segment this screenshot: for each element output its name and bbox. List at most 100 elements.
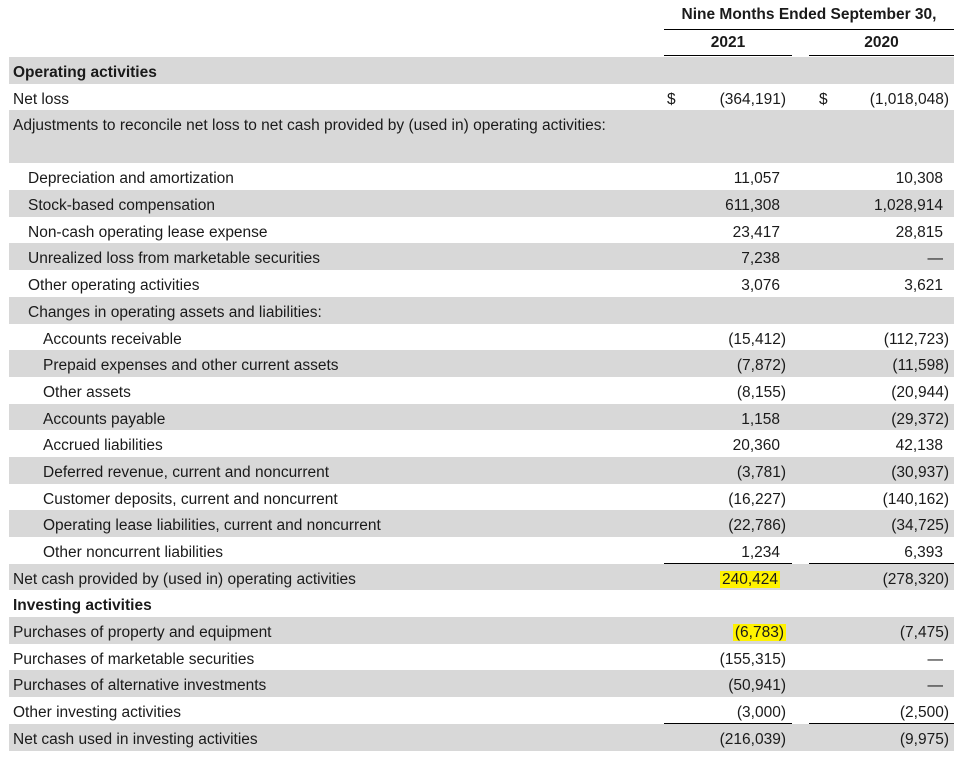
year-2020-header: 2020 <box>864 34 899 51</box>
value-2021: 611,308 <box>725 197 780 215</box>
year-2021-header: 2021 <box>710 34 746 51</box>
value-2020: (7,475) <box>899 624 949 642</box>
value-2020: 6,393 <box>904 544 943 561</box>
value-2020: (20,944) <box>891 383 949 401</box>
header-rule <box>664 29 954 30</box>
row-label: Operating lease liabilities, current and… <box>43 517 381 535</box>
row-label: Other assets <box>43 383 131 401</box>
value-2020: (140,162) <box>882 490 949 508</box>
currency-symbol-2021: $ <box>667 90 676 108</box>
table-row: Deferred revenue, current and noncurrent… <box>9 456 954 484</box>
value-2021: (7,872) <box>736 357 786 375</box>
value-2020: (112,723) <box>883 330 949 348</box>
statement-rows: Operating activities Net loss $ $ (364,191) (… <box>9 57 954 751</box>
value-2020: (34,725) <box>891 517 949 535</box>
table-row: Other assets (8,155) (20,944) <box>9 377 954 404</box>
table-row: Purchases of marketable securities (155,3… <box>9 644 954 671</box>
row-label: Investing activities <box>13 597 152 615</box>
row-label: Customer deposits, current and noncurren… <box>43 490 338 508</box>
highlighted-value: 240,424 <box>719 570 780 588</box>
year-2021-rule <box>664 55 792 56</box>
value-2021: 20,360 <box>732 437 780 455</box>
year-2020-rule <box>809 55 954 56</box>
table-row: Net cash used in investing activities (21… <box>9 723 954 751</box>
value-2020: — <box>927 677 944 695</box>
table-row: Purchases of property and equipment (6,78… <box>9 617 954 644</box>
row-label: Net cash used in investing activities <box>13 730 258 748</box>
value-2021: (155,315) <box>719 650 786 668</box>
table-row: Investing activities <box>9 590 954 617</box>
row-label: Accrued liabilities <box>43 437 163 455</box>
row-label: Stock-based compensation <box>28 197 215 215</box>
value-2020: (2,500) <box>899 704 949 722</box>
value-2020: — <box>927 650 944 668</box>
row-label: Accounts receivable <box>43 330 182 348</box>
table-row: Operating activities <box>9 57 954 84</box>
value-2021: (50,941) <box>728 677 786 695</box>
row-label: Purchases of property and equipment <box>13 624 272 642</box>
table-row: Depreciation and amortization 11,057 10,30… <box>9 163 954 190</box>
value-2021: 23,417 <box>732 223 780 241</box>
value-2021: (3,781) <box>736 463 786 481</box>
value-2020: 1,028,914 <box>874 197 943 215</box>
highlighted-value: (6,783) <box>732 624 786 642</box>
table-row: Prepaid expenses and other current asset… <box>9 350 954 377</box>
value-2021: 1,158 <box>741 410 780 428</box>
value-2021: 3,076 <box>741 277 780 295</box>
table-row: Changes in operating assets and liabilit… <box>9 296 954 324</box>
value-2021: (3,000) <box>736 704 786 722</box>
value-2021: (216,039) <box>719 730 786 748</box>
row-label: Non-cash operating lease expense <box>28 223 268 241</box>
table-row: Accounts payable 1,158 (29,372) <box>9 403 954 431</box>
value-2020: (278,320) <box>882 570 949 588</box>
row-label: Other investing activities <box>13 704 181 722</box>
row-label: Net cash provided by (used in) operating… <box>13 570 356 588</box>
value-2021: (22,786) <box>728 517 786 535</box>
cash-flow-statement: Nine Months Ended September 30, 2021 202… <box>0 0 972 758</box>
value-2021: (364,191) <box>719 90 786 108</box>
value-2021: (16,227) <box>728 490 786 508</box>
value-2021: 1,234 <box>741 544 780 561</box>
value-2020: (11,598) <box>892 357 949 375</box>
row-label: Unrealized loss from marketable securiti… <box>28 250 321 268</box>
table-row: Operating lease liabilities, current and… <box>9 510 954 537</box>
value-2020: 42,138 <box>895 437 943 455</box>
table-row: Net cash provided by (used in) operating… <box>9 563 954 592</box>
value-2021: (15,412) <box>728 330 786 348</box>
row-label: Prepaid expenses and other current asset… <box>43 357 339 375</box>
value-2020: (1,018,048) <box>869 90 949 108</box>
row-label: Net loss <box>13 90 69 108</box>
row-label: Depreciation and amortization <box>28 170 234 188</box>
table-row: Adjustments to reconcile net loss to net… <box>9 110 954 164</box>
table-row: Purchases of alternative investments (50,… <box>9 670 954 698</box>
row-label: Purchases of alternative investments <box>13 677 267 695</box>
value-2020: 3,621 <box>904 277 943 295</box>
table-row: Other investing activities (3,000) (2,500) <box>9 697 954 724</box>
row-label: Operating activities <box>13 64 157 81</box>
value-2020: (30,937) <box>891 463 949 481</box>
table-row: Accrued liabilities 20,360 42,138 <box>9 430 954 457</box>
value-2020: — <box>927 250 944 268</box>
row-label: Changes in operating assets and liabilit… <box>28 303 322 321</box>
value-2020: (29,372) <box>891 410 949 428</box>
row-label: Other noncurrent liabilities <box>43 544 224 561</box>
row-label: Other operating activities <box>28 277 200 295</box>
value-2020: (9,975) <box>899 730 949 748</box>
table-row: Customer deposits, current and noncurren… <box>9 484 954 511</box>
currency-symbol-2020: $ <box>819 90 828 108</box>
value-2021: (6,783) <box>689 621 786 645</box>
table-row: Other operating activities 3,076 3,621 <box>9 270 954 297</box>
value-2021: 240,424 <box>689 568 780 592</box>
row-label: Accounts payable <box>43 410 166 428</box>
value-2020: 28,815 <box>895 223 943 241</box>
table-row: Non-cash operating lease expense 23,417 28… <box>9 217 954 244</box>
value-2020: 10,308 <box>895 170 943 188</box>
table-row: Net loss $ $ (364,191) (1,018,048) <box>9 84 954 111</box>
row-label: Purchases of marketable securities <box>13 650 255 668</box>
table-row: Accounts receivable (15,412) (112,723) <box>9 324 954 351</box>
table-row: Unrealized loss from marketable securiti… <box>9 243 954 271</box>
period-header: Nine Months Ended September 30, <box>681 6 937 23</box>
row-label: Deferred revenue, current and noncurrent <box>43 463 330 481</box>
row-label: Adjustments to reconcile net loss to net… <box>13 117 606 135</box>
value-2021: 7,238 <box>741 250 780 268</box>
